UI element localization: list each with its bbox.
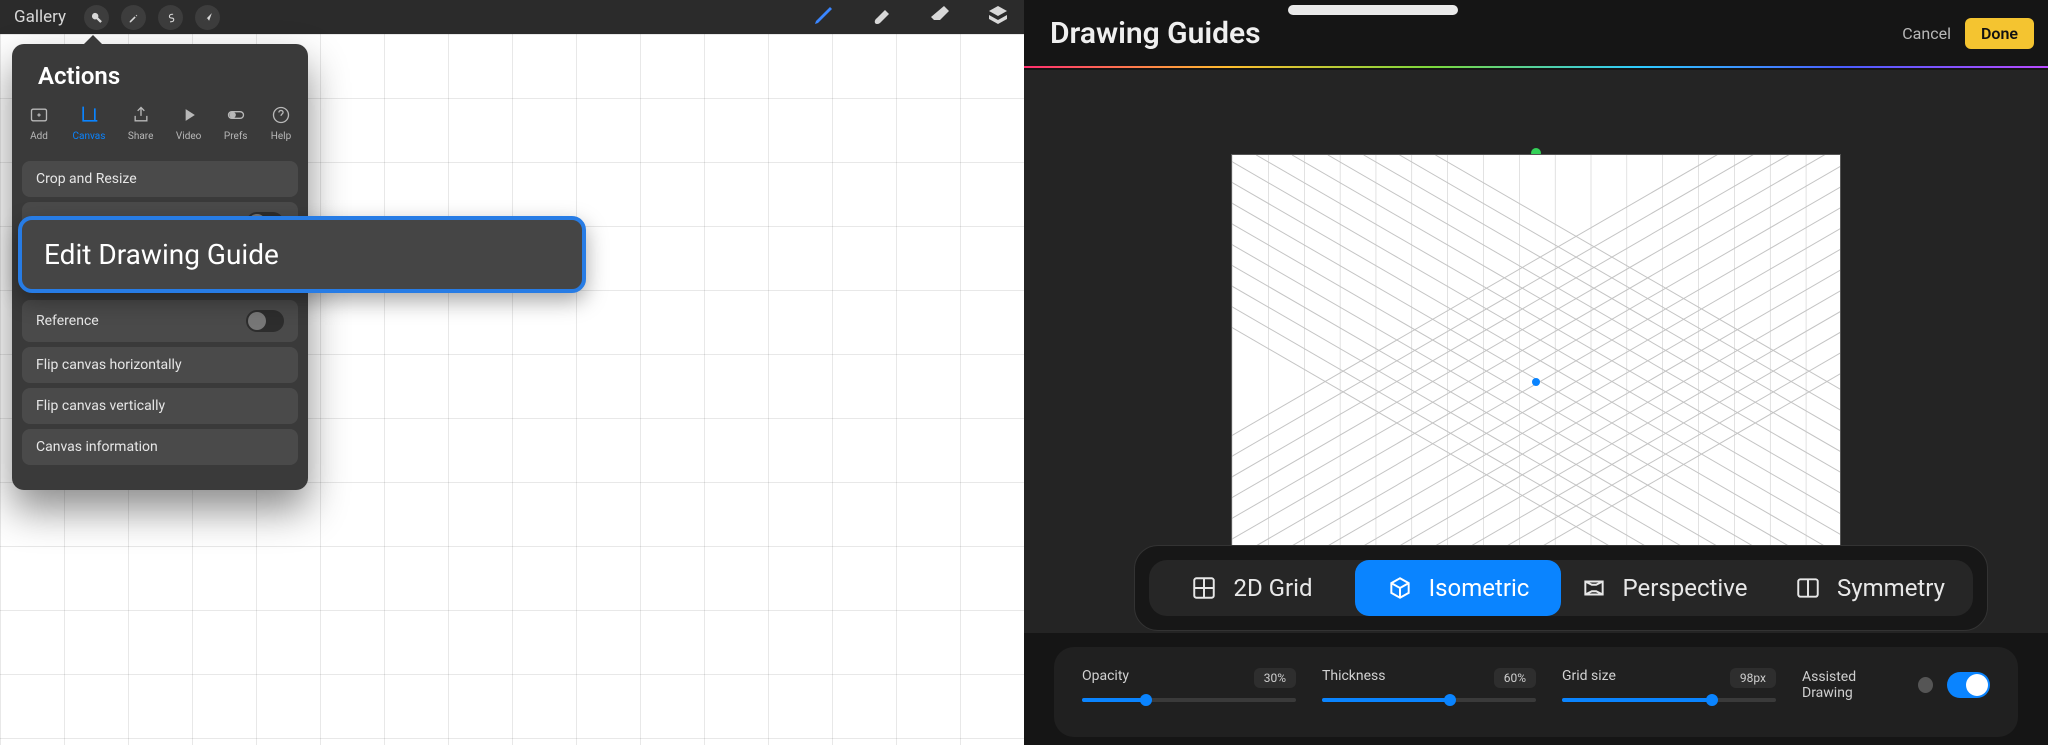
actions-tabs-row: Add Canvas Share Video Prefs Help xyxy=(22,104,298,156)
guide-type-2d-grid[interactable]: 2D Grid xyxy=(1149,560,1355,616)
done-button[interactable]: Done xyxy=(1965,18,2034,49)
symmetry-icon xyxy=(1795,575,1821,601)
tab-label: Add xyxy=(30,131,48,142)
slider-value: 30% xyxy=(1254,668,1296,688)
guide-type-symmetry[interactable]: Symmetry xyxy=(1767,560,1973,616)
tab-add[interactable]: Add xyxy=(28,104,50,142)
tab-label: Prefs xyxy=(224,131,248,142)
type-label: Symmetry xyxy=(1837,574,1945,602)
wand-icon[interactable] xyxy=(121,5,146,30)
thickness-slider[interactable]: Thickness 60% xyxy=(1322,668,1536,702)
smudge-icon[interactable] xyxy=(870,3,894,32)
drawing-guides-screen: Drawing Guides Cancel Done xyxy=(1024,0,2048,745)
tab-share[interactable]: Share xyxy=(128,104,153,142)
pencil-icon[interactable] xyxy=(812,3,836,32)
tab-label: Canvas xyxy=(73,131,106,142)
layers-icon[interactable] xyxy=(986,3,1010,32)
type-label: Isometric xyxy=(1429,574,1530,602)
toggle-icon xyxy=(225,104,247,126)
topbar-right-group xyxy=(812,3,1010,32)
perspective-icon xyxy=(1581,575,1607,601)
opacity-slider[interactable]: Opacity 30% xyxy=(1082,668,1296,702)
type-label: 2D Grid xyxy=(1233,574,1312,602)
flip-vertical-item[interactable]: Flip canvas vertically xyxy=(22,388,298,424)
reference-item[interactable]: Reference xyxy=(22,300,298,342)
slider-label: Thickness xyxy=(1322,668,1386,688)
guide-type-bar: 2D Grid Isometric Perspective Symmetry xyxy=(1134,545,1988,631)
edit-drawing-guide-callout[interactable]: Edit Drawing Guide xyxy=(18,216,586,293)
isometric-canvas-preview[interactable] xyxy=(1231,154,1841,609)
procreate-topbar: Gallery xyxy=(0,0,1024,34)
isometric-icon xyxy=(1387,575,1413,601)
tab-help[interactable]: Help xyxy=(270,104,292,142)
guide-type-isometric[interactable]: Isometric xyxy=(1355,560,1561,616)
type-label: Perspective xyxy=(1623,574,1748,602)
tab-video[interactable]: Video xyxy=(176,104,201,142)
drawing-guides-header: Drawing Guides Cancel Done xyxy=(1024,0,2048,68)
gallery-link[interactable]: Gallery xyxy=(14,7,66,27)
tab-label: Video xyxy=(176,131,201,142)
crop-resize-item[interactable]: Crop and Resize xyxy=(22,161,298,197)
page-title: Drawing Guides xyxy=(1050,16,1261,51)
item-label: Canvas information xyxy=(36,439,158,455)
color-spectrum-marker[interactable] xyxy=(1288,5,1458,15)
eraser-icon[interactable] xyxy=(928,3,952,32)
assisted-indicator-icon xyxy=(1918,677,1933,693)
grid-icon xyxy=(1191,575,1217,601)
share-icon xyxy=(130,104,152,126)
assisted-drawing-block: Assisted Drawing xyxy=(1802,669,1990,701)
slider-label: Grid size xyxy=(1562,668,1616,688)
cancel-button[interactable]: Cancel xyxy=(1888,18,1965,49)
canvas-crop-icon xyxy=(78,104,100,126)
item-label: Crop and Resize xyxy=(36,171,137,187)
item-label: Flip canvas horizontally xyxy=(36,357,182,373)
help-icon xyxy=(270,104,292,126)
reference-switch[interactable] xyxy=(246,310,284,332)
guide-type-perspective[interactable]: Perspective xyxy=(1561,560,1767,616)
assisted-drawing-switch[interactable] xyxy=(1947,672,1990,698)
topbar-left-group xyxy=(84,5,220,30)
gridsize-slider[interactable]: Grid size 98px xyxy=(1562,668,1776,702)
slider-label: Opacity xyxy=(1082,668,1129,688)
canvas-information-item[interactable]: Canvas information xyxy=(22,429,298,465)
tab-canvas[interactable]: Canvas xyxy=(73,104,106,142)
item-label: Reference xyxy=(36,313,99,329)
s-tool-icon[interactable] xyxy=(158,5,183,30)
add-image-icon xyxy=(28,104,50,126)
arrow-icon[interactable] xyxy=(195,5,220,30)
assisted-label: Assisted Drawing xyxy=(1802,669,1904,701)
tab-prefs[interactable]: Prefs xyxy=(224,104,248,142)
slider-value: 60% xyxy=(1494,668,1536,688)
tab-label: Share xyxy=(128,131,153,142)
actions-title: Actions xyxy=(22,62,298,104)
guide-center-handle[interactable] xyxy=(1532,378,1540,386)
item-label: Flip canvas vertically xyxy=(36,398,165,414)
procreate-screen: Gallery xyxy=(0,0,1024,745)
slider-value: 98px xyxy=(1730,668,1776,688)
flip-horizontal-item[interactable]: Flip canvas horizontally xyxy=(22,347,298,383)
play-icon xyxy=(178,104,200,126)
guide-settings-bar: Opacity 30% Thickness 60% Grid size 98px… xyxy=(1054,647,2018,737)
wrench-icon[interactable] xyxy=(84,5,109,30)
tab-label: Help xyxy=(271,131,291,142)
